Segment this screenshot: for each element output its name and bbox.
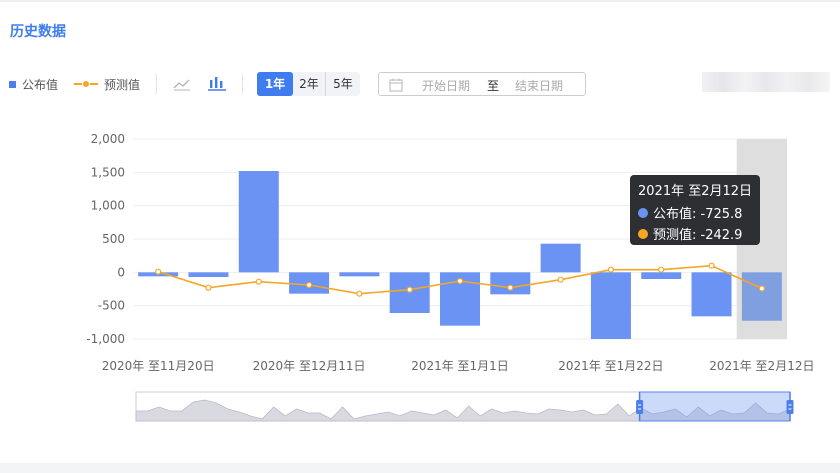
forecast-point xyxy=(406,286,413,293)
bar xyxy=(691,272,732,317)
slider-selection xyxy=(639,391,791,422)
y-axis: 2,000 1,500 1,000 500 0 -500 -1,000 xyxy=(86,132,125,346)
tooltip-line-row: 预测值: -242.9 xyxy=(638,224,742,243)
x-tick-label: 2021年 至1月1日 xyxy=(411,359,509,373)
x-tick-label: 2021年 至1月22日 xyxy=(558,359,663,373)
tooltip-bar-dot xyxy=(638,207,648,218)
range-slider xyxy=(135,391,794,422)
y-tick-label: 1,000 xyxy=(91,199,125,213)
bar xyxy=(238,171,279,273)
bar xyxy=(540,243,581,273)
bar xyxy=(188,272,229,277)
y-tick-label: 500 xyxy=(102,232,125,246)
bar xyxy=(590,272,631,339)
forecast-point xyxy=(507,284,514,291)
tooltip-line-dot xyxy=(638,228,648,239)
x-tick-label: 2020年 至12月11日 xyxy=(253,359,366,373)
forecast-point xyxy=(607,266,615,273)
forecast-point xyxy=(708,262,715,269)
x-tick-label: 2020年 至11月20日 xyxy=(102,359,215,373)
forecast-point xyxy=(305,281,313,289)
slider-handle xyxy=(636,400,644,414)
forecast-point xyxy=(758,285,765,292)
tooltip-title: 2021年 至2月12日 xyxy=(638,184,753,199)
y-tick-label: 1,500 xyxy=(91,165,125,179)
forecast-point xyxy=(456,277,464,285)
tooltip: 2021年 至2月12日 公布值: -725.8 预测值: -242.9 xyxy=(630,175,760,245)
bar xyxy=(339,272,380,277)
y-tick-label: -500 xyxy=(98,299,125,313)
tooltip-bar-value: 公布值: -725.8 xyxy=(653,207,743,222)
forecast-point xyxy=(155,268,162,275)
y-tick-label: -1,000 xyxy=(86,332,125,346)
tooltip-line-value: 预测值: -242.9 xyxy=(653,228,743,243)
slider-handle xyxy=(786,400,794,414)
forecast-point xyxy=(557,276,564,283)
y-tick-label: 0 xyxy=(117,265,125,279)
forecast-point xyxy=(356,290,363,297)
bar xyxy=(641,272,682,279)
tooltip-bar-row: 公布值: -725.8 xyxy=(638,203,742,222)
y-tick-label: 2,000 xyxy=(91,132,125,146)
forecast-point xyxy=(255,278,262,285)
bottom-bar xyxy=(0,463,840,473)
bar xyxy=(741,272,782,321)
x-tick-label: 2021年 至2月12日 xyxy=(709,359,814,373)
forecast-point xyxy=(205,284,212,291)
x-axis: 2020年 至11月20日 2020年 至12月11日 2021年 至1月1日 202… xyxy=(102,359,815,373)
bar xyxy=(490,272,531,295)
forecast-point xyxy=(658,266,665,273)
